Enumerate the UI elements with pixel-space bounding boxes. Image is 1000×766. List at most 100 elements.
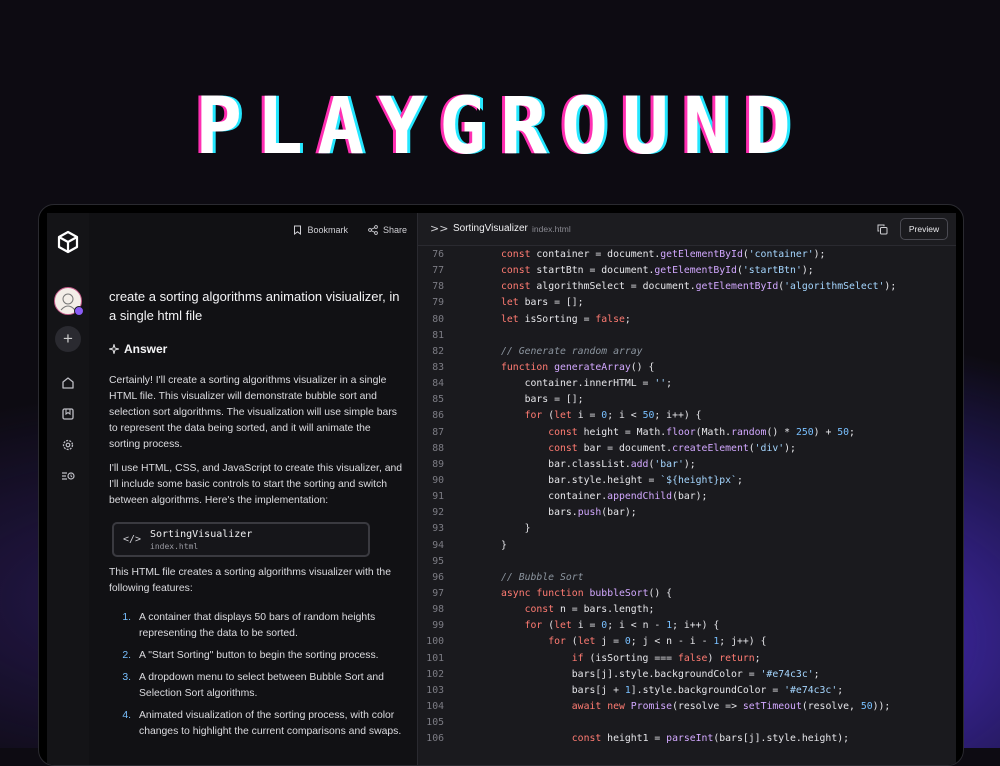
answer-heading: Answer — [109, 342, 167, 356]
home-icon[interactable] — [47, 368, 89, 398]
collapse-icon[interactable]: >> — [430, 222, 448, 235]
code-line: 103 bars[j + 1].style.backgroundColor = … — [418, 683, 956, 699]
line-number: 77 — [432, 265, 444, 277]
line-number: 97 — [432, 587, 444, 599]
features-list: 1. A container that displays 50 bars of r… — [109, 610, 404, 746]
code-line: 106 const height1 = parseInt(bars[j].sty… — [418, 731, 956, 747]
line-number: 103 — [426, 684, 444, 696]
code-text: bars.push(bar); — [501, 507, 637, 519]
line-number: 100 — [426, 636, 444, 648]
code-line: 104 await new Promise(resolve => setTime… — [418, 699, 956, 715]
logo-icon[interactable] — [47, 227, 89, 257]
line-number: 84 — [432, 378, 444, 390]
code-text: bar.style.height = `${height}px`; — [501, 474, 743, 486]
line-number: 93 — [432, 523, 444, 535]
code-text: const n = bars.length; — [524, 604, 655, 616]
line-number: 101 — [426, 652, 444, 664]
status-dot — [74, 306, 84, 316]
line-number: 76 — [432, 249, 444, 260]
code-line: 81 — [418, 328, 956, 344]
list-item: 1. A container that displays 50 bars of r… — [122, 612, 376, 639]
code-text: container.appendChild(bar); — [501, 491, 708, 503]
answer-label: Answer — [124, 342, 168, 356]
code-text: // Generate random array — [501, 345, 643, 357]
line-number: 104 — [426, 700, 444, 712]
line-number: 87 — [432, 426, 444, 438]
code-text: let isSorting = false; — [501, 313, 631, 325]
code-line: 78 const algorithmSelect = document.getEl… — [418, 279, 956, 295]
code-line: 87 const height = Math.floor(Math.random… — [418, 425, 956, 441]
code-text: async function bubbleSort() { — [501, 587, 673, 599]
line-number: 81 — [432, 329, 444, 341]
line-number: 89 — [432, 458, 444, 470]
history-icon[interactable] — [47, 461, 89, 491]
code-text: const height = Math.floor(Math.random() … — [548, 426, 855, 438]
code-lines: 76 const container = document.getElementB… — [418, 247, 956, 747]
share-label: Share — [382, 225, 407, 235]
code-line: 100 for (let j = 0; j < n - i - 1; j++) … — [418, 634, 956, 650]
line-number: 83 — [432, 361, 444, 373]
code-text: bars[j + 1].style.backgroundColor = '#e7… — [501, 684, 844, 696]
code-text: for (let i = 0; i < 50; i++) { — [524, 410, 702, 422]
code-line: 96 // Bubble Sort — [418, 570, 956, 586]
share-button[interactable]: Share — [368, 225, 407, 235]
avatar[interactable] — [47, 286, 89, 316]
line-number: 91 — [432, 491, 444, 503]
line-number: 98 — [432, 604, 444, 616]
bookmark-button[interactable]: Bookmark — [293, 225, 348, 235]
code-line: 94} — [418, 538, 956, 554]
library-icon[interactable] — [47, 399, 89, 429]
answer-paragraph: I'll use HTML, CSS, and JavaScript to cr… — [109, 463, 403, 506]
preview-button[interactable]: Preview — [900, 218, 948, 240]
list-item: 3. A dropdown menu to select between Bubb… — [122, 672, 384, 699]
hero-title: PLAYGROUND — [195, 82, 805, 172]
line-number: 80 — [432, 313, 444, 325]
answer-paragraph: This HTML file creates a sorting algorit… — [109, 567, 391, 594]
code-text: const startBtn = document.getElementById… — [501, 265, 814, 277]
code-text: } — [501, 539, 507, 551]
chat-toolbar: Bookmark Share — [293, 225, 407, 235]
line-number: 90 — [432, 474, 444, 486]
line-number: 86 — [432, 410, 444, 422]
new-chat-button[interactable]: + — [47, 324, 89, 354]
code-line: 88 const bar = document.createElement('d… — [418, 441, 956, 457]
list-item: 2. A "Start Sorting" button to begin the … — [122, 650, 379, 661]
code-line: 95 — [418, 554, 956, 570]
chat-panel: Bookmark Share create a sorting algorith… — [89, 213, 417, 765]
code-text: bars[j].style.backgroundColor = '#e74c3c… — [501, 668, 820, 680]
line-number: 78 — [432, 281, 444, 293]
line-number: 94 — [432, 539, 444, 551]
code-line: 93 } — [418, 521, 956, 537]
code-text: // Bubble Sort — [501, 571, 584, 583]
share-icon — [368, 225, 378, 235]
code-text: function generateArray() { — [501, 361, 655, 373]
line-number: 95 — [432, 555, 444, 567]
code-line: 98 const n = bars.length; — [418, 602, 956, 618]
code-line: 86 for (let i = 0; i < 50; i++) { — [418, 408, 956, 424]
code-text: if (isSorting === false) return; — [571, 652, 761, 664]
line-number: 82 — [432, 345, 444, 357]
artifact-card[interactable]: </> SortingVisualizer index.html — [112, 522, 370, 557]
bookmark-label: Bookmark — [307, 225, 348, 235]
copy-icon[interactable] — [877, 222, 888, 240]
line-number: 102 — [426, 668, 444, 680]
code-text: bars = []; — [501, 394, 584, 406]
code-line: 80 let isSorting = false; — [418, 312, 956, 328]
line-number: 88 — [432, 442, 444, 454]
code-text: } — [501, 523, 531, 535]
code-line: 99 for (let i = 0; i < n - 1; i++) { — [418, 618, 956, 634]
code-text: for (let i = 0; i < n - 1; i++) { — [524, 620, 720, 632]
line-number: 85 — [432, 394, 444, 406]
line-number: 105 — [426, 717, 444, 729]
settings-gear-icon[interactable] — [47, 430, 89, 460]
code-text: const height1 = parseInt(bars[j].style.h… — [571, 733, 850, 745]
code-line: 85 bars = []; — [418, 392, 956, 408]
code-text: await new Promise(resolve => setTimeout(… — [571, 700, 891, 712]
code-line: 89 bar.classList.add('bar'); — [418, 457, 956, 473]
code-line: 77 const startBtn = document.getElementBy… — [418, 263, 956, 279]
code-line: 105 — [418, 715, 956, 731]
code-text: const algorithmSelect = document.getElem… — [501, 281, 897, 293]
code-line: 90 bar.style.height = `${height}px`; — [418, 473, 956, 489]
code-icon: </> — [122, 534, 142, 545]
line-number: 96 — [432, 571, 444, 583]
